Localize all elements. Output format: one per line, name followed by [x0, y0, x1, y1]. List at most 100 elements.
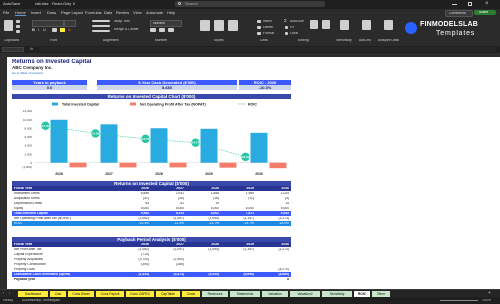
cell-value: (3,720) — [138, 258, 149, 261]
autosum-button[interactable]: AutoSum — [290, 20, 304, 24]
row-label: Net Operating Profit After Tax (NOPAT) — [14, 217, 71, 220]
row-label: Equity — [14, 207, 24, 210]
metric-value-roic: -10.3% — [239, 85, 291, 90]
comma-icon[interactable] — [168, 28, 174, 32]
cell-value: 14 — [285, 202, 289, 205]
add-sheet-icon[interactable]: + — [488, 291, 491, 296]
currency-icon[interactable] — [150, 28, 156, 32]
accessibility-status[interactable]: Accessibility: Investigate — [22, 299, 60, 303]
copy-icon[interactable] — [16, 25, 20, 28]
bar-total-invested-capital — [50, 119, 68, 163]
borders-icon[interactable] — [52, 28, 57, 32]
fx-icon[interactable]: fx — [30, 47, 33, 51]
menu-help[interactable]: Help — [167, 11, 175, 15]
window-title[interactable]: rati.xlsx · Read-Only ∨ — [35, 2, 75, 6]
clear-icon[interactable] — [285, 32, 288, 35]
zoom-level[interactable]: 100% — [482, 299, 491, 303]
menu-data[interactable]: Data — [104, 11, 112, 15]
find-select-icon[interactable] — [322, 20, 330, 29]
wrap-text-button[interactable]: Wrap Text — [114, 20, 130, 24]
share-button[interactable]: Share — [474, 10, 496, 15]
search-box[interactable]: Search — [175, 1, 325, 7]
cell-styles-icon[interactable] — [228, 20, 238, 31]
company-name: ABC Company Inc. — [12, 66, 53, 70]
bold-icon[interactable]: B — [32, 28, 35, 32]
menu-review[interactable]: Review — [116, 11, 129, 15]
delete-cells-button[interactable]: Delete — [263, 26, 273, 30]
autosum-icon[interactable]: Σ — [284, 19, 287, 24]
search-placeholder: Search — [185, 2, 198, 6]
row-label: Acquisition Debts — [14, 197, 40, 200]
formula-input[interactable] — [40, 47, 496, 52]
sort-filter-icon[interactable] — [310, 20, 318, 29]
menu-automate[interactable]: Automate — [146, 11, 163, 15]
worksheet[interactable]: Returns on Invested Capital ABC Company … — [7, 57, 500, 289]
bar-nopat — [219, 162, 237, 168]
paste-icon[interactable] — [4, 20, 13, 31]
menu-file[interactable]: File — [3, 11, 9, 15]
cell-value: 19 — [215, 202, 219, 205]
toc-link[interactable]: Go to Table of Contents — [12, 72, 43, 75]
insert-cells-button[interactable]: Insert — [263, 20, 272, 24]
menu-page-layout[interactable]: Page Layout — [61, 11, 83, 15]
align-middle-icon[interactable] — [92, 25, 110, 27]
sensitivity-icon[interactable] — [340, 20, 349, 30]
format-cells-icon[interactable] — [257, 32, 261, 35]
cut-icon[interactable] — [16, 20, 20, 23]
row-label: Investment Debts — [14, 192, 40, 195]
bar-total-invested-capital — [150, 128, 168, 163]
font-color-icon[interactable]: A — [68, 28, 71, 32]
analyze-data-icon[interactable] — [384, 20, 393, 30]
number-format-select[interactable]: Number — [150, 20, 182, 27]
roic-data-label: -10.3% — [41, 124, 50, 128]
autosave-label[interactable]: AutoSave — [3, 2, 20, 6]
delete-cells-icon[interactable] — [257, 26, 261, 29]
cell-value: -13.7% — [208, 222, 219, 225]
format-cells-button[interactable]: Format — [263, 32, 274, 36]
name-box[interactable] — [2, 47, 24, 52]
comments-button[interactable]: Comments — [445, 10, 473, 17]
conditional-formatting-icon[interactable] — [200, 20, 210, 31]
zoom-slider[interactable] — [440, 300, 478, 301]
cell-value: (5,533) — [208, 273, 219, 276]
format-painter-icon[interactable] — [16, 30, 20, 33]
align-top-icon[interactable] — [92, 20, 110, 22]
menu-insert[interactable]: Insert — [31, 11, 41, 15]
cell-value: 5,000 — [140, 207, 149, 210]
column-header: Fiscal Year — [14, 243, 33, 246]
cell-value: (1,273) — [278, 217, 289, 220]
y-tick-label: 12,000 — [23, 109, 33, 113]
menu-home[interactable]: Home — [15, 11, 26, 16]
maximize-icon[interactable] — [468, 2, 472, 6]
bar-nopat — [169, 162, 187, 168]
cell-value: (1,157) — [243, 217, 254, 220]
column-header: 2028 — [211, 187, 219, 190]
italic-icon[interactable]: I — [38, 28, 39, 32]
cell-value: 1,898 — [210, 192, 219, 195]
cell-value: (1,082) — [138, 217, 149, 220]
underline-icon[interactable]: U — [43, 28, 46, 32]
cell-value: (4) — [284, 197, 289, 200]
font-size-select[interactable] — [64, 20, 76, 27]
menu-formulas[interactable]: Formulas — [85, 11, 102, 15]
menu-view[interactable]: View — [133, 11, 142, 15]
fill-color-icon[interactable] — [60, 28, 65, 32]
fill-button[interactable]: Fill — [290, 26, 294, 30]
fill-icon[interactable] — [285, 26, 288, 29]
menu-draw[interactable]: Draw — [47, 11, 56, 15]
merge-center-button[interactable]: Merge & Center — [114, 28, 139, 32]
legend-swatch — [130, 102, 136, 106]
minimize-icon[interactable] — [452, 4, 457, 5]
clear-button[interactable]: Clear — [290, 32, 298, 36]
close-icon[interactable]: × — [485, 1, 489, 7]
add-ins-icon[interactable] — [362, 20, 371, 30]
insert-cells-icon[interactable] — [257, 20, 261, 23]
align-bottom-icon[interactable] — [92, 30, 110, 32]
column-header: 2029 — [246, 187, 254, 190]
font-name-select[interactable] — [32, 20, 64, 27]
percent-icon[interactable] — [159, 28, 165, 32]
format-as-table-icon[interactable] — [214, 20, 224, 31]
cell-value: 8,001 — [210, 212, 219, 215]
roic-data-label: -12.3% — [91, 131, 100, 135]
column-header: Fiscal Year — [14, 187, 33, 190]
